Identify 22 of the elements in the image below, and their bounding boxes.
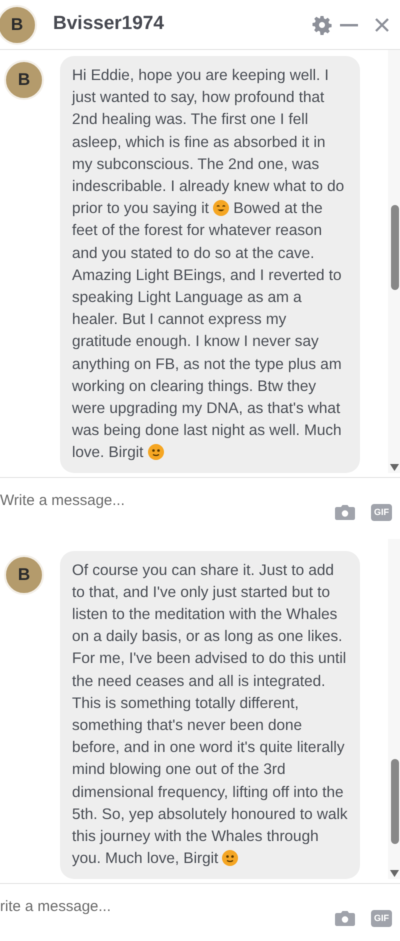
emoji-icon	[222, 850, 238, 866]
message-text: Hi Eddie, hope you are keeping well. I just wanted to say, how profound that 2nd healing was. The first one I fell asleep, which is fine as absorbed it in my subconscious. The 2nd one, was indescribable. I already knew what to do prior to you saying it Bowed at the feet of the forest for whatever reason and you stated to do so at the cave. Amazing Light BEings, and I reverted to speaking Light Language as am a healer. But I cannot express my gratitude enough. I know I never say anything on FB, as not the type plus am working on clearing things. Btw they were upgrading my DNA, as that's what was being done last night as well. Much love. Birgit	[72, 67, 344, 462]
message-input[interactable]: rite a message...	[0, 896, 335, 918]
avatar: B	[4, 554, 44, 595]
scrollbar-thumb[interactable]	[391, 205, 399, 290]
window-title: Bvisser1974	[53, 12, 165, 36]
emoji-icon	[148, 444, 164, 460]
camera-icon[interactable]	[335, 910, 355, 926]
avatar: B	[0, 4, 37, 44]
message-text: Of course you can share it. Just to add to that, and I've only just started but to listen to the meditation with the Whales on a daily basis, or as long as one likes. For me, I've been advised to do this until the need ceases and all is integrated. This is something totally different, something that's never been done before, and in one word it's quite literally mind blowing one out of the 3rd dimensional frequency, lifting off into the 5th. So, yep absolutely honoured to walk this journey with the Whales through you. Much love, Birgit	[72, 562, 348, 868]
settings-icon[interactable]	[312, 14, 332, 34]
camera-icon[interactable]	[335, 504, 355, 520]
gif-button[interactable]: GIF	[371, 504, 392, 521]
scrollbar-thumb[interactable]	[391, 758, 399, 844]
scroll-down-icon[interactable]	[390, 464, 399, 471]
close-icon[interactable]	[374, 16, 390, 32]
avatar: B	[4, 60, 44, 100]
scroll-down-icon[interactable]	[390, 870, 399, 876]
emoji-icon	[213, 200, 230, 216]
message-input[interactable]: Write a message...	[0, 490, 335, 512]
minimize-icon[interactable]	[340, 22, 358, 26]
gif-button[interactable]: GIF	[371, 910, 392, 926]
